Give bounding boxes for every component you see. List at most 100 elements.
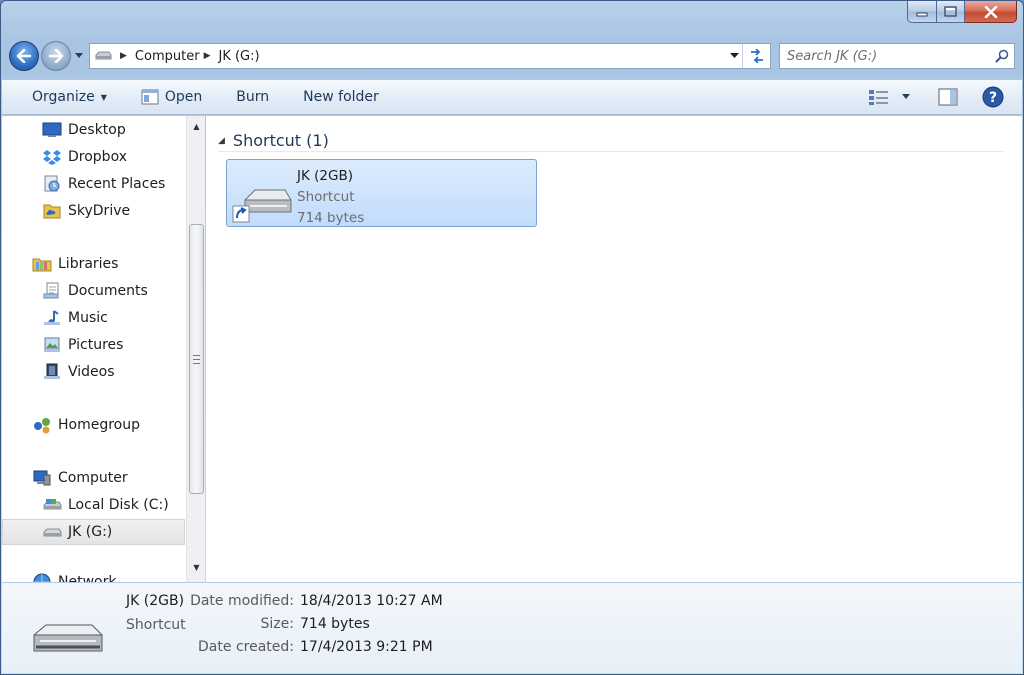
caption-buttons <box>907 1 1017 23</box>
nav-item-recent-places[interactable]: Recent Places <box>2 171 185 197</box>
pictures-icon <box>42 336 62 354</box>
arrow-left-icon <box>16 49 32 63</box>
burn-button[interactable]: Burn <box>228 85 277 109</box>
address-bar[interactable]: ▶ Computer ▶ JK (G:) <box>89 43 771 69</box>
nav-item-label: Local Disk (C:) <box>68 497 169 513</box>
chevron-right-icon[interactable]: ▶ <box>204 51 211 61</box>
nav-item-label: JK (G:) <box>68 524 113 540</box>
address-dropdown[interactable] <box>726 53 742 59</box>
navigation-scrollbar[interactable]: ▲ ▼ <box>186 116 205 582</box>
navigation-pane: Desktop Dropbox Recent Places SkyDrive L… <box>2 116 205 582</box>
detail-label: Size: <box>260 616 294 632</box>
search-icon[interactable] <box>990 49 1014 63</box>
nav-item-skydrive[interactable]: SkyDrive <box>2 198 185 224</box>
breadcrumb-computer[interactable]: Computer <box>135 49 200 64</box>
computer-icon <box>32 469 52 487</box>
group-title: Shortcut (1) <box>232 131 329 150</box>
nav-item-local-disk[interactable]: Local Disk (C:) <box>2 492 185 518</box>
nav-item-label: Libraries <box>58 256 119 272</box>
search-box[interactable] <box>779 43 1015 69</box>
refresh-button[interactable] <box>742 44 770 68</box>
nav-item-homegroup[interactable]: Homegroup <box>2 412 185 438</box>
forward-button[interactable] <box>41 41 71 71</box>
refresh-icon <box>750 49 763 63</box>
music-icon <box>42 309 62 327</box>
chevron-down-icon <box>902 94 910 99</box>
group-header-shortcut[interactable]: ◢ Shortcut (1) <box>218 130 1004 152</box>
explorer-window: ▶ Computer ▶ JK (G:) Organize ▼ Op <box>0 0 1024 675</box>
breadcrumb-jk-drive[interactable]: JK (G:) <box>218 49 259 64</box>
scroll-thumb[interactable] <box>189 224 204 494</box>
address-row: ▶ Computer ▶ JK (G:) <box>9 39 1015 73</box>
preview-pane-button[interactable] <box>938 88 958 106</box>
nav-item-videos[interactable]: Videos <box>2 359 185 385</box>
nav-item-pictures[interactable]: Pictures <box>2 332 185 358</box>
nav-item-label: Network <box>58 574 117 582</box>
arrow-right-icon <box>48 49 64 63</box>
back-button[interactable] <box>9 41 39 71</box>
nav-item-dropbox[interactable]: Dropbox <box>2 144 185 170</box>
file-name: JK (2GB) <box>297 168 353 184</box>
nav-item-music[interactable]: Music <box>2 305 185 331</box>
scroll-down-button[interactable]: ▼ <box>187 559 205 576</box>
usb-drive-shortcut-icon <box>231 178 293 224</box>
homegroup-icon <box>32 416 52 434</box>
search-input[interactable] <box>787 48 990 64</box>
detail-row-date-created: Date created: <box>2 639 294 659</box>
new-folder-button[interactable]: New folder <box>295 85 387 109</box>
nav-item-label: SkyDrive <box>68 203 131 219</box>
drive-icon <box>90 50 116 62</box>
file-tile-text: JK (2GB) Shortcut 714 bytes <box>297 166 364 229</box>
organize-button[interactable]: Organize ▼ <box>24 85 115 109</box>
grip-icon <box>193 354 200 364</box>
maximize-button[interactable] <box>937 1 965 23</box>
nav-item-label: Computer <box>58 470 128 486</box>
nav-item-network[interactable]: Network <box>2 569 185 582</box>
detail-label: Date created: <box>198 639 294 655</box>
nav-item-documents[interactable]: Documents <box>2 278 185 304</box>
detail-value-date-created: 17/4/2013 9:21 PM <box>300 639 433 655</box>
view-options-icon <box>869 90 888 105</box>
nav-item-label: Homegroup <box>58 417 141 433</box>
dropbox-icon <box>42 148 62 166</box>
command-bar: Organize ▼ Open Burn New folder ? <box>2 79 1022 115</box>
nav-item-label: Pictures <box>68 337 124 353</box>
open-icon <box>141 89 159 105</box>
scroll-up-button[interactable]: ▲ <box>187 118 205 135</box>
change-view-button[interactable] <box>868 88 910 106</box>
network-icon <box>32 573 52 582</box>
minimize-button[interactable] <box>907 1 937 23</box>
chevron-right-icon[interactable]: ▶ <box>120 51 127 61</box>
collapse-triangle-icon[interactable]: ◢ <box>218 136 225 146</box>
nav-item-label: Recent Places <box>68 176 166 192</box>
documents-icon <box>42 282 62 300</box>
file-list-pane[interactable]: ◢ Shortcut (1) JK (2GB) Shortcut 714 byt… <box>206 116 1022 582</box>
skydrive-icon <box>42 202 62 220</box>
nav-item-desktop[interactable]: Desktop <box>2 117 185 143</box>
nav-item-label: Desktop <box>68 122 126 138</box>
nav-item-computer[interactable]: Computer <box>2 465 185 491</box>
organize-label: Organize <box>32 89 95 105</box>
details-pane: JK (2GB) Shortcut Date modified: 18/4/20… <box>2 582 1022 673</box>
nav-item-libraries[interactable]: Libraries <box>2 251 185 277</box>
nav-item-jk-drive[interactable]: JK (G:) <box>2 519 185 545</box>
detail-row-size: Size: <box>2 616 294 636</box>
burn-label: Burn <box>236 89 270 105</box>
file-tile-jk-2gb[interactable]: JK (2GB) Shortcut 714 bytes <box>226 159 537 227</box>
recent-pages-dropdown[interactable] <box>73 41 85 71</box>
new-folder-label: New folder <box>303 89 379 105</box>
help-button[interactable]: ? <box>982 86 1004 108</box>
close-icon <box>984 5 997 18</box>
chevron-down-icon <box>729 53 739 58</box>
file-type: Shortcut <box>297 189 355 205</box>
preview-pane-icon <box>938 88 958 106</box>
desktop-icon <box>42 121 62 139</box>
recent-places-icon <box>42 175 62 193</box>
open-button[interactable]: Open <box>133 85 210 109</box>
detail-value-date-modified: 18/4/2013 10:27 AM <box>300 593 443 609</box>
detail-row-date-modified: Date modified: <box>2 593 294 613</box>
chevron-down-icon: ▼ <box>100 92 107 102</box>
videos-icon <box>42 363 62 381</box>
nav-item-label: Dropbox <box>68 149 127 165</box>
close-button[interactable] <box>965 1 1017 23</box>
